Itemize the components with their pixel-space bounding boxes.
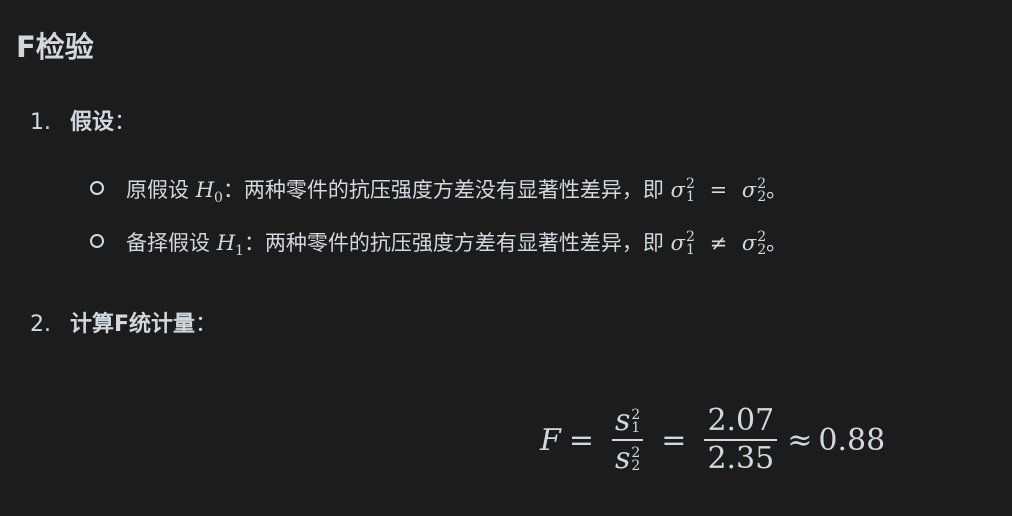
bullet-circle-icon <box>90 234 104 248</box>
h-subscript: 1 <box>235 243 244 260</box>
equals: = <box>661 422 687 458</box>
relation: = <box>709 178 728 202</box>
null-hypothesis: 原假设 H0：两种零件的抗压强度方差没有显著性差异，即 σ21 = σ 2 2。 <box>90 174 787 206</box>
numerator-value: 2.07 <box>707 403 775 438</box>
colon: ： <box>114 110 137 135</box>
list-title: 计算F统计量 <box>70 312 196 337</box>
hypothesis-text: ：两种零件的抗压强度方差有显著性差异，即 <box>243 231 664 255</box>
list-number: 2. <box>30 312 51 337</box>
sigma: σ <box>670 231 685 255</box>
sub: 2 <box>631 458 641 474</box>
h-symbol: H <box>216 231 236 255</box>
relation: ≠ <box>709 231 728 255</box>
hypothesis-label: 备择假设 <box>126 231 210 255</box>
hypothesis-label: 原假设 <box>126 178 189 202</box>
approx-sign: ≈ <box>787 422 813 458</box>
list-item-hypothesis: 1. 假设： <box>30 104 136 136</box>
f-result: 0.88 <box>818 422 886 458</box>
s-var: s <box>614 441 631 476</box>
sigma: σ <box>741 178 757 202</box>
f-symbol: F <box>540 422 561 458</box>
value-fraction: 2.07 2.35 <box>704 403 778 477</box>
list-item-compute-f: 2. 计算F统计量： <box>30 306 217 338</box>
hypothesis-text: ：两种零件的抗压强度方差没有显著性差异，即 <box>222 178 664 202</box>
bullet-circle-icon <box>90 181 104 195</box>
period: 。 <box>766 178 788 202</box>
f-statistic-formula: F = s21 s22 = 2.07 2.35 ≈ 0.88 <box>540 395 885 485</box>
page-title: F检验 <box>16 30 94 64</box>
sigma: σ <box>670 178 685 202</box>
sub: 2 <box>757 242 767 258</box>
sub: 2 <box>757 189 767 205</box>
denominator-value: 2.35 <box>707 441 775 476</box>
list-number: 1. <box>30 110 51 135</box>
list-title: 假设 <box>70 110 115 135</box>
sigma: σ <box>741 231 757 255</box>
s-var: s <box>614 403 631 438</box>
sub: 1 <box>631 420 641 436</box>
period: 。 <box>766 231 788 255</box>
variance-fraction: s21 s22 <box>611 403 644 477</box>
colon: ： <box>195 312 218 337</box>
h-subscript: 0 <box>214 190 223 207</box>
h-symbol: H <box>195 178 215 202</box>
sub: 1 <box>685 189 695 205</box>
equals: = <box>568 422 594 458</box>
sub: 1 <box>685 242 695 258</box>
alternative-hypothesis: 备择假设 H1：两种零件的抗压强度方差有显著性差异，即 σ21 ≠ σ 2 2。 <box>90 227 787 259</box>
